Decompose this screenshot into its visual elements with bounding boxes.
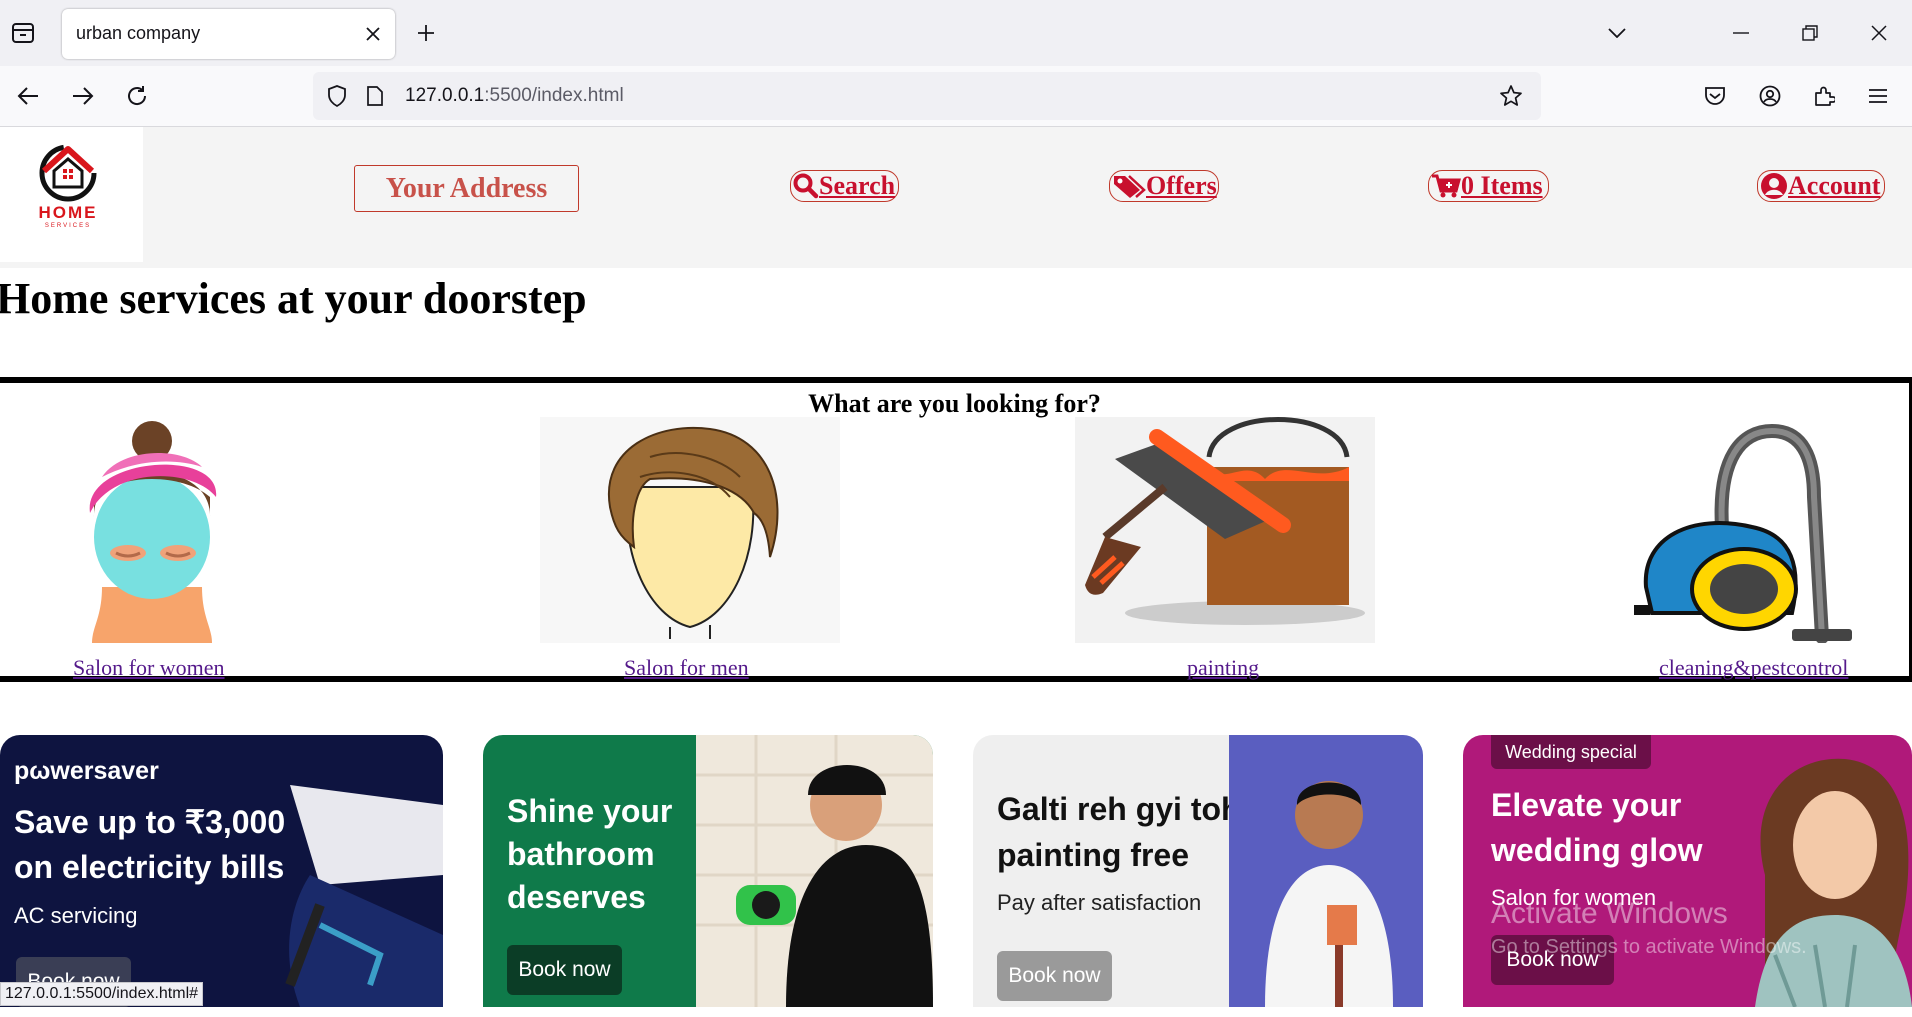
reload-icon[interactable]: [119, 78, 155, 114]
promo-card-bathroom[interactable]: Shine your bathroom deserves Book now: [483, 735, 933, 1007]
list-all-tabs-icon[interactable]: [1600, 16, 1634, 50]
bookmark-star-icon[interactable]: [1497, 82, 1525, 110]
restore-icon[interactable]: [1793, 16, 1827, 50]
close-window-icon[interactable]: [1862, 16, 1896, 50]
your-address-button[interactable]: Your Address: [354, 165, 579, 212]
wedding-special-badge: Wedding special: [1491, 735, 1651, 769]
model-photo: [1755, 758, 1912, 1007]
promo-title: painting free: [997, 837, 1190, 873]
man-hair-icon[interactable]: [540, 417, 840, 643]
promo-title: Elevate your: [1491, 787, 1682, 823]
promo-subtitle: AC servicing: [14, 903, 138, 928]
promo-title: Save up to ₹3,000: [14, 804, 286, 840]
cart-label: 0 Items: [1461, 171, 1543, 200]
powersaver-brand: pωwersaver: [14, 757, 159, 785]
account-link[interactable]: Account: [1757, 170, 1885, 202]
vacuum-cleaner-icon[interactable]: [1632, 417, 1862, 643]
cleaning-pestcontrol-link[interactable]: cleaning&pestcontrol: [1659, 655, 1848, 681]
tab-list-icon[interactable]: [8, 18, 38, 48]
page-icon[interactable]: [361, 82, 389, 110]
shield-icon[interactable]: [323, 82, 351, 110]
activate-windows-subtext: Go to Settings to activate Windows.: [1491, 936, 1807, 958]
url-text[interactable]: 127.0.0.1:5500/index.html: [405, 85, 624, 107]
promo-title: deserves: [507, 879, 646, 915]
extensions-icon[interactable]: [1806, 78, 1842, 114]
house-logo-icon: [39, 144, 97, 202]
activate-windows-watermark: Activate Windows: [1491, 897, 1728, 930]
back-icon[interactable]: [10, 78, 46, 114]
browser-tab-bar: urban company: [0, 0, 1912, 66]
forward-icon[interactable]: [65, 78, 101, 114]
book-now-button[interactable]: Book now: [507, 945, 622, 995]
book-now-button[interactable]: Book now: [997, 951, 1112, 1001]
status-bar-url: 127.0.0.1:5500/index.html#: [0, 982, 204, 1006]
tab-title: urban company: [76, 23, 201, 43]
services-section: What are you looking for? Salon for wome…: [0, 377, 1912, 682]
salon-men-link[interactable]: Salon for men: [624, 655, 749, 681]
pocket-icon[interactable]: [1697, 78, 1733, 114]
offers-label: Offers: [1146, 171, 1217, 200]
search-icon: [793, 173, 819, 199]
promo-title: wedding glow: [1491, 832, 1703, 868]
promo-card-painting[interactable]: Galti reh gyi toh painting free Pay afte…: [973, 735, 1423, 1007]
user-circle-icon: [1761, 173, 1787, 199]
minimize-icon[interactable]: [1724, 16, 1758, 50]
woman-facial-icon[interactable]: [72, 417, 232, 643]
cart-link[interactable]: 0 Items: [1428, 170, 1549, 202]
search-label: Search: [819, 171, 896, 200]
painting-link[interactable]: painting: [1187, 655, 1259, 681]
new-tab-icon[interactable]: [410, 17, 442, 49]
ac-unit-image: [285, 785, 443, 1007]
page-headline: Home services at your doorstep: [0, 274, 587, 323]
paint-roller-icon[interactable]: [1075, 417, 1375, 643]
cleaner-photo: [696, 735, 933, 1007]
promo-subtitle: Pay after satisfaction: [997, 890, 1202, 915]
account-circle-icon[interactable]: [1752, 78, 1788, 114]
promo-title: on electricity bills: [14, 849, 285, 885]
services-title: What are you looking for?: [808, 389, 1101, 418]
address-bar[interactable]: 127.0.0.1:5500/index.html: [313, 72, 1541, 120]
promo-title: Shine your: [507, 793, 673, 829]
browser-tab[interactable]: urban company: [62, 9, 395, 59]
close-tab-icon[interactable]: [359, 20, 387, 48]
logo-subtext: SERVICES: [44, 223, 92, 229]
account-label: Account: [1788, 171, 1881, 200]
logo-text: HOME: [38, 203, 98, 222]
promo-title: bathroom: [507, 836, 655, 872]
painter-photo: [1229, 735, 1423, 1007]
cart-icon: [1432, 174, 1461, 198]
promo-card-wedding[interactable]: Wedding special Elevate your wedding glo…: [1463, 735, 1912, 1007]
offers-link[interactable]: Offers: [1109, 170, 1219, 202]
web-page: HOME SERVICES Your Address Search Offers…: [0, 127, 1912, 1007]
browser-nav-bar: 127.0.0.1:5500/index.html: [0, 66, 1912, 127]
site-header: HOME SERVICES Your Address Search Offers…: [0, 127, 1912, 268]
tags-icon: [1114, 175, 1146, 198]
promo-title: Galti reh gyi toh: [997, 791, 1241, 827]
promo-card-powersaver[interactable]: pωwersaver Save up to ₹3,000 on electric…: [0, 735, 443, 1007]
menu-icon[interactable]: [1860, 78, 1896, 114]
search-link[interactable]: Search: [790, 170, 899, 202]
salon-women-link[interactable]: Salon for women: [73, 655, 225, 681]
logo[interactable]: HOME SERVICES: [0, 127, 143, 262]
